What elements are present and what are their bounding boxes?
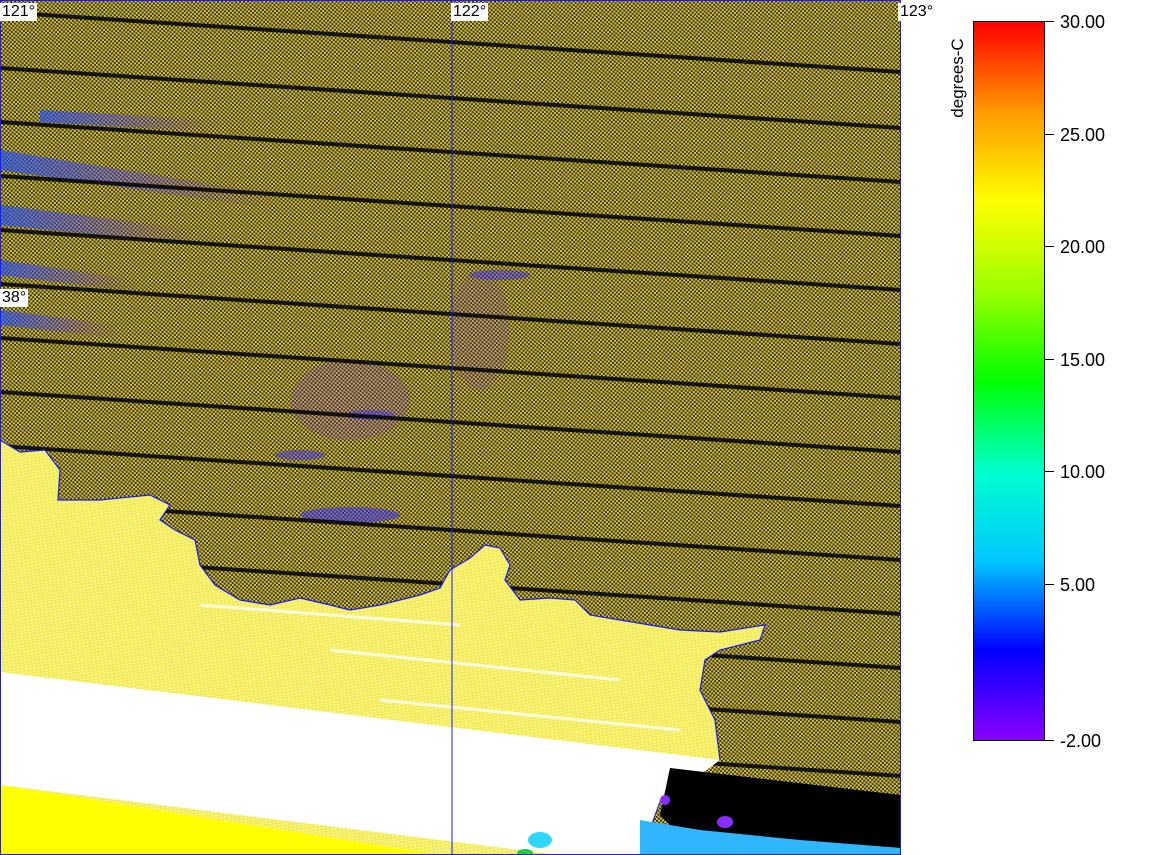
longitude-label-123: 123° — [898, 3, 936, 21]
latitude-label-38: 38° — [0, 289, 29, 307]
colorbar-tick-label: 20.00 — [1060, 237, 1106, 257]
colorbar-tick-label: 30.00 — [1060, 12, 1106, 32]
violet-spot — [717, 816, 733, 828]
colorbar-tick-label: 10.00 — [1060, 462, 1106, 482]
colorbar-tick-label: -2.00 — [1060, 731, 1102, 751]
colorbar — [973, 21, 1045, 741]
colorbar-tick-label: 5.00 — [1060, 575, 1096, 595]
colorbar-tick — [1045, 359, 1054, 360]
sea-surface-temperature-map — [0, 0, 901, 855]
colorbar-tick — [1045, 134, 1054, 135]
cyan-island — [528, 832, 552, 848]
colorbar-tick-label: 25.00 — [1060, 125, 1106, 145]
colorbar-tick — [1045, 740, 1054, 741]
map-figure: 121° 122° 123° 38° degrees-C 30.00 25.00 2… — [0, 0, 1166, 855]
colorbar-ticks — [1045, 21, 1055, 741]
colorbar-units-label: degrees-C — [948, 38, 967, 118]
longitude-label-122: 122° — [451, 3, 489, 21]
violet-spot-2 — [660, 795, 670, 805]
longitude-label-121: 121° — [0, 3, 38, 21]
colorbar-tick — [1045, 21, 1054, 22]
colorbar-tick-label: 15.00 — [1060, 350, 1106, 370]
colorbar-tick — [1045, 584, 1054, 585]
colorbar-tick — [1045, 471, 1054, 472]
colorbar-tick — [1045, 246, 1054, 247]
